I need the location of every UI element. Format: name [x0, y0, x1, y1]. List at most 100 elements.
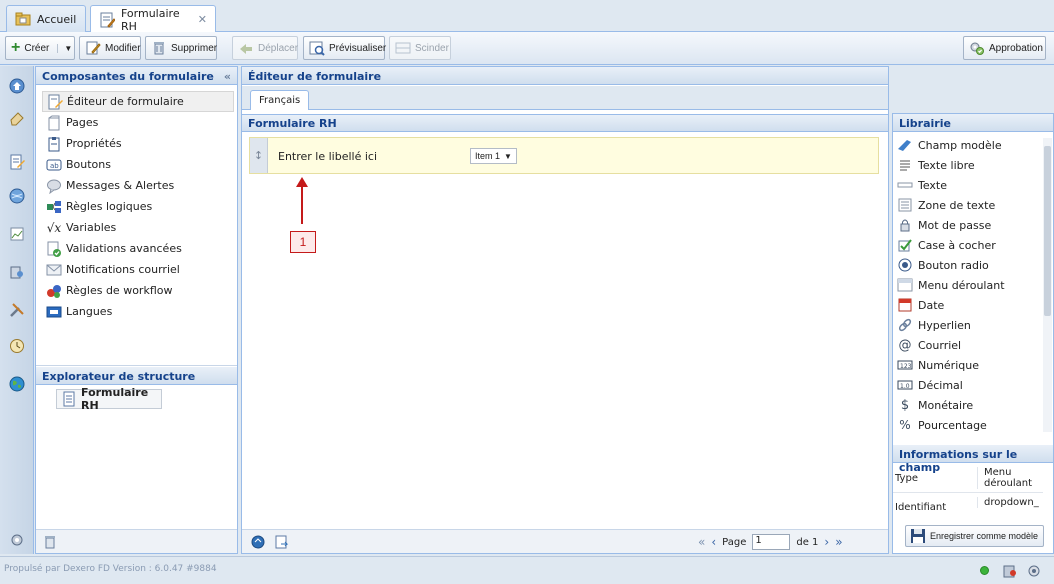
approval-button[interactable]: Approbation	[963, 36, 1046, 60]
library-item-hyperlink[interactable]: Hyperlien	[897, 315, 971, 335]
library-item-label: Mot de passe	[918, 218, 992, 232]
drag-handle-icon[interactable]: ↕	[250, 138, 268, 173]
variables-icon: √x	[46, 220, 62, 235]
library-item-label: Courriel	[918, 338, 962, 352]
textarea-icon	[897, 197, 913, 213]
checkbox-icon	[897, 237, 913, 253]
delete-button[interactable]: Supprimer	[145, 36, 217, 60]
chevron-down-icon: ▼	[57, 43, 72, 53]
tab-francais[interactable]: Français	[250, 90, 310, 110]
save-template-button[interactable]: Enregistrer comme modèle	[905, 525, 1044, 547]
rail-tools-button[interactable]	[5, 298, 29, 322]
library-item-template-field[interactable]: Champ modèle	[897, 135, 1002, 155]
collapse-icon[interactable]: «	[224, 70, 231, 83]
dropdown-icon	[897, 277, 913, 293]
nav-item-validations[interactable]: Validations avancées	[42, 238, 234, 259]
user-icon[interactable]	[1002, 563, 1018, 579]
status-online-icon	[980, 566, 989, 575]
field-dropdown[interactable]: Item 1 ▼	[470, 148, 517, 164]
page-input[interactable]: 1	[752, 534, 791, 550]
plus-icon: +	[11, 39, 21, 56]
library-item-text[interactable]: Texte	[897, 175, 947, 195]
split-button[interactable]: Scinder	[389, 36, 451, 60]
nav-item-email-notifications[interactable]: Notifications courriel	[42, 259, 234, 280]
library-scrollbar[interactable]	[1043, 138, 1052, 432]
numeric-icon: 123	[897, 357, 913, 373]
settings-icon	[9, 532, 25, 548]
split-label: Scinder	[415, 42, 449, 54]
library-item-checkbox[interactable]: Case à cocher	[897, 235, 996, 255]
form-components-title: Composantes du formulaire	[42, 70, 214, 83]
nav-item-label: Notifications courriel	[66, 263, 180, 276]
preview-button[interactable]: Prévisualiser	[303, 36, 386, 60]
chart-image-icon	[9, 226, 25, 242]
library-item-email[interactable]: @ Courriel	[897, 335, 962, 355]
svg-text:123: 123	[900, 363, 912, 370]
nav-item-label: Règles de workflow	[66, 284, 173, 297]
export-icon[interactable]	[274, 534, 290, 550]
rail-settings-button[interactable]	[5, 528, 29, 552]
callout-arrow	[296, 177, 308, 224]
modify-button[interactable]: Modifier	[79, 36, 141, 60]
library-item-date[interactable]: Date	[897, 295, 944, 315]
field-info-key: Type	[895, 473, 918, 484]
refresh-globe-icon[interactable]	[250, 534, 266, 550]
first-page-icon[interactable]: «	[698, 535, 705, 549]
form-edit-icon	[99, 12, 115, 28]
library-item-textarea[interactable]: Zone de texte	[897, 195, 995, 215]
nav-item-logic-rules[interactable]: Règles logiques	[42, 196, 234, 217]
tab-formulaire-rh[interactable]: Formulaire RH ✕	[90, 5, 216, 33]
form-field-row[interactable]: ↕ Entrer le libellé ici Item 1 ▼	[249, 137, 879, 174]
tab-formulaire-rh-label: Formulaire RH	[121, 6, 180, 33]
next-page-icon[interactable]: ›	[824, 535, 829, 549]
nav-item-buttons[interactable]: ab Boutons	[42, 154, 234, 175]
create-button[interactable]: + Créer ▼	[5, 36, 75, 60]
trash-icon[interactable]	[42, 534, 58, 550]
rail-forms-button[interactable]	[5, 74, 29, 98]
rail-eraser-button[interactable]	[5, 106, 29, 130]
library-item-password[interactable]: Mot de passe	[897, 215, 991, 235]
structure-explorer-title: Explorateur de structure	[42, 370, 196, 383]
library-item-label: Menu déroulant	[918, 278, 1005, 292]
panel-splitter[interactable]	[36, 365, 237, 366]
move-button[interactable]: Déplacer	[232, 36, 298, 60]
library-item-free-text[interactable]: Texte libre	[897, 155, 975, 175]
library-item-percentage[interactable]: % Pourcentage	[897, 415, 987, 435]
field-label[interactable]: Entrer le libellé ici	[278, 150, 377, 163]
nav-item-form-editor[interactable]: Éditeur de formulaire	[42, 91, 234, 112]
library-item-radio[interactable]: Bouton radio	[897, 255, 989, 275]
rail-chart-button[interactable]	[5, 222, 29, 246]
approval-gear-icon	[969, 40, 985, 56]
last-page-icon[interactable]: »	[835, 535, 842, 549]
nav-item-label: Règles logiques	[66, 200, 153, 213]
page-label: Page	[722, 536, 747, 548]
rail-editor-button[interactable]	[5, 150, 29, 174]
rail-users-button[interactable]	[5, 260, 29, 284]
close-icon[interactable]: ✕	[198, 13, 207, 26]
nav-item-properties[interactable]: Propriétés	[42, 133, 234, 154]
library-item-numeric[interactable]: 123 Numérique	[897, 355, 979, 375]
nav-item-variables[interactable]: √x Variables	[42, 217, 234, 238]
rail-web-button[interactable]	[5, 184, 29, 208]
library-item-dropdown[interactable]: Menu déroulant	[897, 275, 1005, 295]
library-scrollbar-thumb[interactable]	[1044, 146, 1051, 316]
page-total-label: de 1	[796, 536, 819, 548]
library-item-decimal[interactable]: 1.0 Décimal	[897, 375, 963, 395]
rail-map-button[interactable]	[5, 372, 29, 396]
nav-item-messages[interactable]: Messages & Alertes	[42, 175, 234, 196]
trash-icon	[151, 40, 167, 56]
rail-schedule-button[interactable]	[5, 334, 29, 358]
network-settings-icon[interactable]	[1026, 563, 1042, 579]
eraser-icon	[9, 110, 25, 126]
move-label: Déplacer	[258, 42, 299, 54]
nav-item-workflow[interactable]: Règles de workflow	[42, 280, 234, 301]
structure-root-label: Formulaire RH	[81, 386, 149, 412]
library-header: Librairie	[893, 114, 1053, 132]
nav-item-languages[interactable]: Langues	[42, 301, 234, 322]
library-item-currency[interactable]: $ Monétaire	[897, 395, 973, 415]
validations-icon	[46, 241, 62, 257]
prev-page-icon[interactable]: ‹	[711, 535, 716, 549]
nav-item-pages[interactable]: Pages	[42, 112, 234, 133]
structure-root-node[interactable]: Formulaire RH	[56, 386, 162, 412]
tab-accueil[interactable]: Accueil	[6, 5, 86, 32]
